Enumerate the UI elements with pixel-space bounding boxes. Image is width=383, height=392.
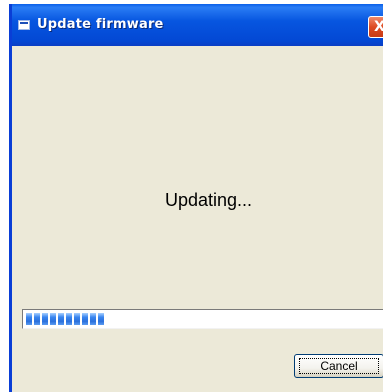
progress-chunk — [82, 313, 88, 325]
progress-bar-fill — [26, 313, 104, 325]
progress-bar — [22, 309, 383, 329]
cancel-button[interactable]: Cancel — [294, 354, 383, 378]
update-firmware-dialog: Update firmware X Updating... Cancel — [9, 4, 383, 392]
progress-chunk — [66, 313, 72, 325]
cancel-button-label: Cancel — [320, 359, 358, 373]
progress-chunk — [34, 313, 40, 325]
status-message: Updating... — [164, 190, 253, 210]
window-title: Update firmware — [37, 17, 164, 32]
progress-chunk — [42, 313, 48, 325]
close-icon[interactable]: X — [368, 16, 383, 38]
app-window-icon — [18, 20, 30, 30]
progress-chunk — [74, 313, 80, 325]
title-bar[interactable]: Update firmware X — [12, 4, 383, 46]
progress-chunk — [58, 313, 64, 325]
progress-chunk — [90, 313, 96, 325]
progress-chunk — [50, 313, 56, 325]
progress-chunk — [98, 313, 104, 325]
progress-chunk — [26, 313, 32, 325]
